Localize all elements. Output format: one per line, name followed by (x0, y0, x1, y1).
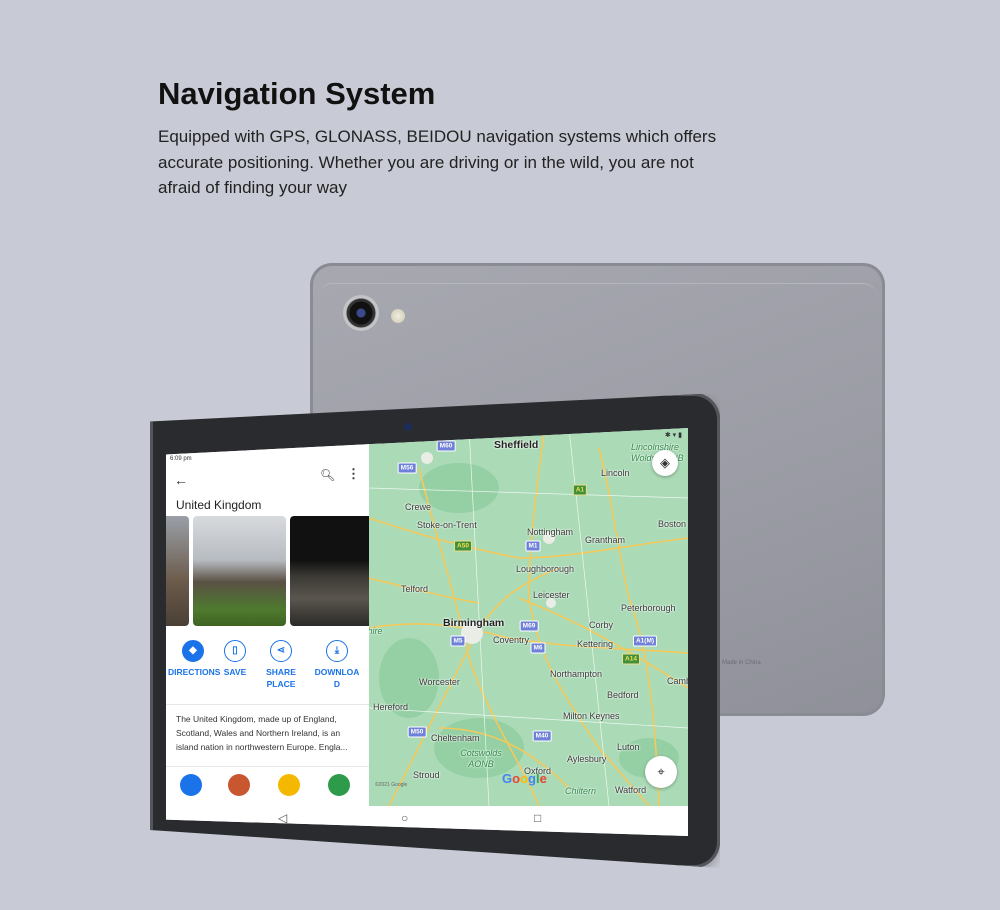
location-icon: ⌖ (657, 764, 665, 779)
divider (166, 766, 369, 767)
road-shield: A1 (572, 484, 588, 496)
map-label: Aylesbury (567, 754, 607, 764)
map-label: Stroud (413, 770, 440, 780)
nav-recents-icon[interactable]: □ (534, 811, 541, 825)
map-label: Corby (589, 620, 614, 630)
page-description: Equipped with GPS, GLONASS, BEIDOU navig… (158, 127, 717, 197)
front-camera (404, 423, 412, 431)
flash (391, 309, 405, 323)
road-shield: A1(M) (632, 635, 658, 647)
more-options-icon[interactable]: ⋮ (347, 466, 360, 482)
map-label: Coventry (493, 635, 530, 645)
road-shield: M1 (525, 540, 541, 552)
map-label: Milton Keynes (563, 711, 620, 721)
map-roads (369, 428, 688, 806)
map-label: Boston (658, 519, 687, 529)
road-shield: M40 (532, 730, 552, 742)
divider (166, 704, 369, 705)
map-label: Watford (615, 785, 647, 795)
place-photo[interactable] (290, 516, 375, 626)
page-title: Navigation System (158, 76, 436, 111)
road-shield: M5 (450, 635, 466, 647)
map-label: Nottingham (527, 527, 574, 537)
download-icon: ⤓ (326, 640, 348, 662)
place-description: The United Kingdom, made up of England, … (176, 714, 348, 752)
map-label: Bedford (607, 690, 639, 700)
category-icon[interactable] (180, 774, 202, 796)
map-label: Cheltenham (431, 733, 480, 743)
park-label: Cotswolds AONB (460, 748, 502, 769)
made-in-label: Made in China (722, 660, 761, 666)
tablet-screen: 6:09 pm ← 🔍︎ ⋮ United Kingdom ◆ DIRECTIO… (166, 428, 688, 836)
map-label: Birmingham (443, 617, 505, 629)
map-label: Stoke-on-Trent (417, 520, 477, 530)
map-copyright: ©2021 Google (375, 782, 408, 788)
map-label: Grantham (585, 535, 626, 545)
google-logo: Google (502, 771, 547, 786)
my-location-button[interactable]: ⌖ (645, 756, 677, 788)
layers-button[interactable]: ◈ (652, 450, 678, 476)
map-label: Crewe (405, 502, 432, 512)
download-button[interactable]: ⤓ DOWNLOAD (312, 640, 362, 690)
category-icon[interactable] (328, 774, 350, 796)
map-label: Northampton (550, 669, 603, 679)
map-label: Worcester (419, 677, 460, 687)
save-button[interactable]: ▯ SAVE (210, 640, 260, 678)
place-title: United Kingdom (176, 498, 262, 512)
park-label: Shropshire AONB (369, 626, 383, 636)
road-shield: A50 (454, 540, 472, 552)
road-shield: M6 (530, 642, 546, 654)
map-label: Hereford (373, 702, 409, 712)
map-label: Loughborough (516, 564, 575, 574)
save-label: SAVE (223, 667, 247, 677)
share-label: SHARE PLACE (266, 667, 296, 689)
road-shield: A14 (622, 653, 640, 665)
place-photo[interactable] (193, 516, 286, 626)
category-icon[interactable] (278, 774, 300, 796)
search-icon[interactable]: 🔍︎ (320, 468, 335, 482)
bookmark-icon: ▯ (224, 640, 246, 662)
map-label: Leicester (533, 590, 570, 600)
park-label: Chiltern (565, 786, 597, 796)
download-label: DOWNLOAD (314, 667, 360, 689)
status-icons: ✱ ▾ ▮ (664, 432, 682, 439)
road-shield: M69 (519, 620, 539, 632)
nav-back-icon[interactable]: ◁ (278, 811, 287, 825)
rear-camera (343, 295, 379, 331)
place-panel: 6:09 pm ← 🔍︎ ⋮ United Kingdom ◆ DIRECTIO… (166, 428, 375, 806)
map-label: Peterborough (621, 603, 676, 613)
share-place-button[interactable]: ⋖ SHARE PLACE (256, 640, 306, 690)
status-time: 6:09 pm (170, 456, 192, 462)
back-arrow-icon[interactable]: ← (174, 472, 188, 488)
directions-icon: ◆ (182, 640, 204, 662)
nav-home-icon[interactable]: ○ (401, 811, 408, 825)
place-photo[interactable] (166, 516, 189, 626)
map-label: Sheffield (494, 439, 539, 451)
map-label: Telford (401, 584, 429, 594)
layers-icon: ◈ (660, 455, 670, 470)
road-shield: M50 (407, 726, 427, 738)
map-label: Kettering (577, 639, 614, 649)
share-icon: ⋖ (270, 640, 292, 662)
map-label: Camb (667, 676, 688, 686)
map-label: Luton (617, 742, 640, 752)
category-icon[interactable] (228, 774, 250, 796)
road-shield: M56 (397, 462, 417, 474)
road-shield: M60 (436, 440, 456, 452)
map-view[interactable]: M60 M56 A1 A50 M1 M69 M6 M5 A1(M) A14 M5… (369, 428, 688, 806)
map-label: Lincoln (601, 468, 630, 478)
